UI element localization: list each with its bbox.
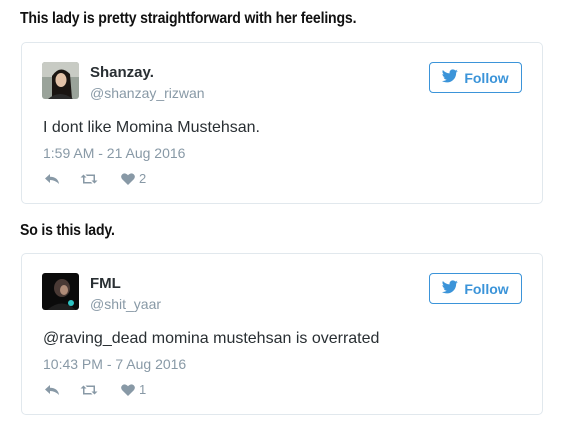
heart-icon (121, 172, 135, 185)
tweet-card: FML @shit_yaar Follow @raving_dead momin… (21, 253, 543, 415)
user-name[interactable]: Shanzay. (90, 64, 154, 81)
like-button[interactable]: 1 (121, 382, 146, 397)
like-count: 1 (139, 382, 147, 397)
follow-label: Follow (464, 280, 509, 297)
tweet-actions: 1 (44, 382, 146, 397)
tweet-text: @raving_dead momina mustehsan is overrat… (43, 330, 380, 347)
twitter-bird-icon (442, 280, 459, 297)
user-name[interactable]: FML (90, 275, 121, 292)
follow-button[interactable]: Follow (429, 62, 522, 93)
tweet-timestamp[interactable]: 1:59 AM - 21 Aug 2016 (43, 145, 185, 161)
retweet-button[interactable] (80, 173, 98, 185)
avatar[interactable] (42, 62, 79, 99)
retweet-button[interactable] (80, 384, 98, 396)
tweet-text: I dont like Momina Mustehsan. (43, 119, 260, 136)
like-button[interactable]: 2 (121, 171, 146, 186)
user-handle[interactable]: @shit_yaar (90, 296, 161, 312)
user-handle[interactable]: @shanzay_rizwan (90, 85, 205, 101)
reply-button[interactable] (44, 384, 60, 396)
like-count: 2 (139, 171, 147, 186)
reply-icon (44, 173, 60, 185)
retweet-icon (80, 384, 98, 396)
reply-button[interactable] (44, 173, 60, 185)
heart-icon (121, 383, 135, 396)
tweet-actions: 2 (44, 171, 146, 186)
retweet-icon (80, 173, 98, 185)
tweet-card: Shanzay. @shanzay_rizwan Follow I dont l… (21, 42, 543, 204)
twitter-bird-icon (442, 69, 459, 86)
avatar[interactable] (42, 273, 79, 310)
follow-label: Follow (464, 69, 509, 86)
caption-second: So is this lady. (20, 222, 115, 239)
reply-icon (44, 384, 60, 396)
tweet-timestamp[interactable]: 10:43 PM - 7 Aug 2016 (43, 356, 186, 372)
follow-button[interactable]: Follow (429, 273, 522, 304)
caption-first: This lady is pretty straightforward with… (20, 10, 357, 27)
